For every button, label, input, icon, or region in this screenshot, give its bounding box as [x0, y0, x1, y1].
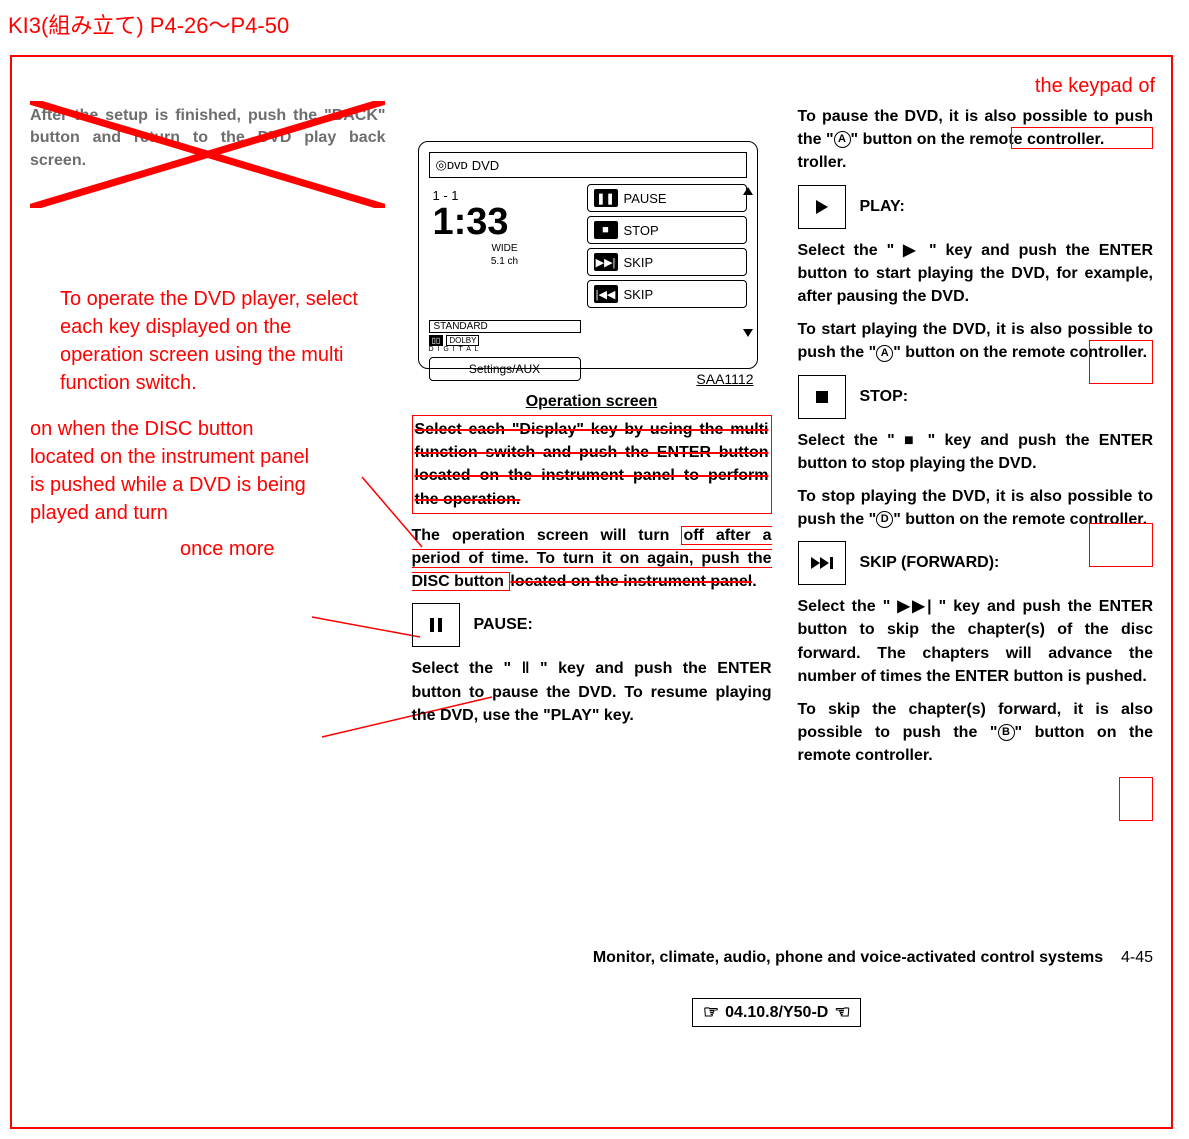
stop-icon: ■: [594, 221, 618, 239]
footer-section: Monitor, climate, audio, phone and voice…: [593, 949, 1153, 967]
note-operate: To operate the DVD player, select each k…: [60, 285, 380, 397]
pause-also-after: " button on: [851, 131, 941, 148]
stop-key-row: STOP:: [798, 375, 1154, 419]
hand-left-icon: ☜: [834, 1002, 850, 1023]
play-also-para: To start playing the DVD, it is also pos…: [798, 318, 1154, 364]
footer-page: 4-45: [1121, 949, 1153, 966]
dvd-screen-wrap: ◎ᴅᴠᴅ DVD 1 - 1 1:33 WIDE 5.1 ch: [418, 141, 758, 369]
play-label: PLAY:: [860, 198, 905, 216]
dolby-label: DOLBY: [446, 335, 479, 346]
operation-caption: Operation screen: [412, 393, 772, 411]
circled-b-icon: B: [998, 724, 1015, 741]
skipf-also-after: " button on: [1015, 724, 1130, 741]
date-text: 04.10.8/Y50-D: [725, 1004, 828, 1022]
skipf-para: Select the " ▶▶| " key and push the ENTE…: [798, 595, 1154, 688]
skip-forward-glyph-icon: [811, 557, 833, 569]
dvd-key-skip-forward[interactable]: ▶▶| SKIP: [587, 248, 747, 276]
skipf-also-para: To skip the chapter(s) forward, it is al…: [798, 698, 1154, 768]
circled-d-icon: D: [876, 511, 893, 528]
scroll-up-icon[interactable]: [743, 187, 753, 195]
skipf-label: SKIP (FORWARD):: [860, 554, 1000, 572]
dolby-digital: D I G I T A L: [429, 346, 581, 353]
stop-label: STOP:: [860, 388, 909, 406]
column-1: After the setup is finished, push the "B…: [30, 105, 386, 768]
select-display-text: Select each "Display" key by using the m…: [415, 421, 769, 508]
play-key-box: [798, 185, 846, 229]
header-code: KI3(組み立て) P4-26～P4-50: [8, 8, 289, 40]
dvd-wide: WIDE: [433, 243, 577, 254]
play-glyph-icon: [816, 200, 828, 214]
page: KI3(組み立て) P4-26～P4-50 the keypad of Afte…: [0, 0, 1189, 1139]
play-also-after: " button on: [893, 344, 983, 361]
play-para: Select the " ▶ " key and push the ENTER …: [798, 239, 1154, 309]
keypad-note: the keypad of: [1035, 75, 1155, 98]
stop-key-box: [798, 375, 846, 419]
columns: After the setup is finished, push the "B…: [30, 105, 1153, 768]
dvd-scroll[interactable]: [743, 187, 755, 337]
controller-tail: troller.: [798, 151, 1154, 174]
dvd-left-panel: 1 - 1 1:33 WIDE 5.1 ch: [429, 184, 577, 314]
dvd-key-pause[interactable]: ❚❚ PAUSE: [587, 184, 747, 212]
deleted-setup-text: After the setup is finished, push the "B…: [30, 105, 386, 172]
select-display-para: Select each "Display" key by using the m…: [412, 415, 772, 514]
turnoff-strike: located on the instrument panel: [510, 573, 752, 590]
dvd-key-skipb-label: SKIP: [624, 287, 654, 302]
skipf-key-box: [798, 541, 846, 585]
skipf-key-row: SKIP (FORWARD):: [798, 541, 1154, 585]
red-box-remote-4: [1119, 777, 1153, 821]
stop-also-para: To stop playing the DVD, it is also poss…: [798, 485, 1154, 531]
dvd-time: 1:33: [433, 203, 577, 241]
play-key-row: PLAY:: [798, 185, 1154, 229]
dvd-key-list: ❚❚ PAUSE ■ STOP ▶▶| SKIP: [587, 184, 747, 314]
footer-title: Monitor, climate, audio, phone and voice…: [593, 949, 1103, 966]
pause-key-row: PAUSE:: [412, 603, 772, 647]
dvd-top-label: DVD: [472, 158, 499, 173]
stop-glyph-icon: [816, 391, 828, 403]
skip-forward-icon: ▶▶|: [594, 253, 618, 271]
stop-also-rc: the remote controller.: [983, 511, 1147, 528]
turnoff-para: The operation screen will turn off after…: [412, 524, 772, 594]
dvd-image-code: SAA1112: [696, 371, 753, 387]
red-frame: the keypad of After the setup is finishe…: [10, 55, 1173, 1129]
stop-para: Select the " ■ " key and push the ENTER …: [798, 429, 1154, 475]
dvd-key-stop[interactable]: ■ STOP: [587, 216, 747, 244]
circled-a-icon: A: [834, 131, 851, 148]
circled-a-icon-2: A: [876, 345, 893, 362]
dvd-standard: STANDARD: [429, 320, 581, 333]
deleted-setup-text-content: After the setup is finished, push the "B…: [30, 107, 386, 169]
dvd-key-skipf-label: SKIP: [624, 255, 654, 270]
dvd-key-stop-label: STOP: [624, 223, 659, 238]
column-2: ◎ᴅᴠᴅ DVD 1 - 1 1:33 WIDE 5.1 ch: [412, 105, 772, 768]
dvd-screen: ◎ᴅᴠᴅ DVD 1 - 1 1:33 WIDE 5.1 ch: [418, 141, 758, 369]
pause-para: Select the " ‖ " key and push the ENTER …: [412, 657, 772, 727]
dvd-key-pause-label: PAUSE: [624, 191, 667, 206]
skip-back-icon: |◀◀: [594, 285, 618, 303]
dvd-settings-button[interactable]: Settings/AUX: [429, 357, 581, 381]
note-once-more: once more: [180, 535, 275, 563]
pause-also-para: To pause the DVD, it is also possible to…: [798, 105, 1154, 151]
play-also-rc: the remote controller.: [983, 344, 1147, 361]
pause-icon: ❚❚: [594, 189, 618, 207]
hand-right-icon: ☞: [703, 1002, 719, 1023]
note-disc: on when the DISC button located on the i…: [30, 415, 320, 527]
scroll-down-icon[interactable]: [743, 329, 753, 337]
disc-icon: ◎ᴅᴠᴅ: [436, 157, 468, 173]
turnoff-end: .: [752, 573, 756, 590]
date-box: ☞ 04.10.8/Y50-D ☜: [692, 998, 861, 1027]
turnoff-before: The operation screen will turn: [412, 527, 670, 544]
stop-also-after: " button on: [893, 511, 983, 528]
dolby-icon: ▯▯: [429, 335, 444, 346]
dvd-key-skip-back[interactable]: |◀◀ SKIP: [587, 280, 747, 308]
pause-label: PAUSE:: [474, 616, 533, 634]
pause-glyph-icon: [430, 618, 442, 632]
pause-also-rc: the remote controller.: [941, 131, 1105, 148]
dvd-channels: 5.1 ch: [433, 256, 577, 267]
dvd-topbar: ◎ᴅᴠᴅ DVD: [429, 152, 747, 178]
pause-key-box: [412, 603, 460, 647]
column-3: To pause the DVD, it is also possible to…: [798, 105, 1154, 768]
